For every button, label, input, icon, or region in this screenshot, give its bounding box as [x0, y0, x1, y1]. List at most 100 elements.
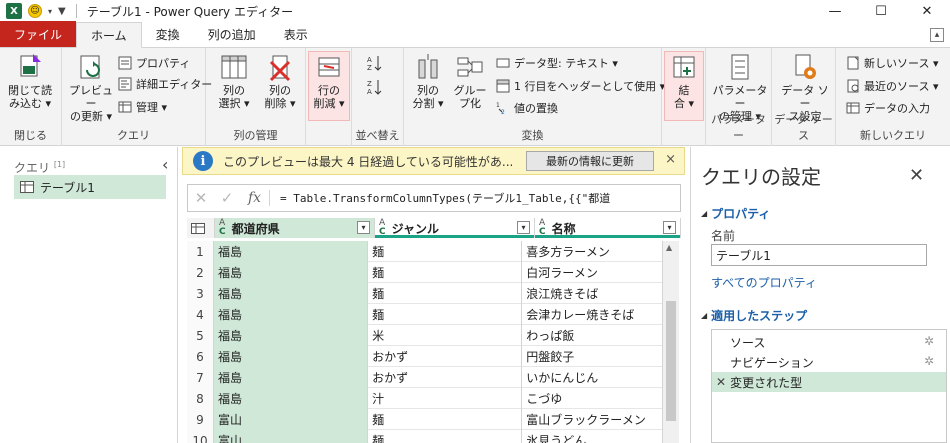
- qat-dropdown-icon[interactable]: ▾: [48, 7, 52, 16]
- cell-prefecture[interactable]: 富山: [213, 430, 369, 443]
- properties-section[interactable]: ◢ プロパティ: [701, 205, 770, 222]
- cell-prefecture[interactable]: 富山: [213, 409, 369, 430]
- table-row[interactable]: 10 富山麺氷見うどん: [187, 430, 663, 443]
- column-header-name[interactable]: AC 名称 ▾: [535, 218, 681, 238]
- cancel-icon[interactable]: ✕: [188, 189, 214, 207]
- cell-genre[interactable]: 麺: [368, 304, 523, 325]
- cell-genre[interactable]: 米: [368, 325, 523, 346]
- advanced-editor-button[interactable]: 詳細エディター: [118, 75, 212, 93]
- sort-ascending-button[interactable]: AZ: [366, 54, 384, 72]
- cell-genre[interactable]: 麺: [368, 262, 523, 283]
- cell-genre[interactable]: 麺: [368, 283, 523, 304]
- sort-descending-button[interactable]: ZA: [366, 78, 384, 96]
- table-row[interactable]: 5 福島米わっぱ飯: [187, 325, 663, 346]
- scroll-up-icon[interactable]: ▲: [666, 243, 672, 252]
- collapse-ribbon-icon[interactable]: ▴: [930, 28, 944, 42]
- filter-dropdown-icon[interactable]: ▾: [663, 221, 676, 234]
- cell-name[interactable]: 白河ラーメン: [522, 262, 663, 283]
- table-menu-icon[interactable]: [187, 218, 215, 238]
- cell-name[interactable]: わっぱ飯: [522, 325, 663, 346]
- cell-prefecture[interactable]: 福島: [213, 325, 369, 346]
- applied-steps-section[interactable]: ◢ 適用したステップ: [701, 307, 807, 324]
- cell-prefecture[interactable]: 福島: [213, 262, 369, 283]
- cell-name[interactable]: 浪江焼きそば: [522, 283, 663, 304]
- customize-qat-icon[interactable]: ▼: [58, 6, 66, 17]
- cell-name[interactable]: 円盤餃子: [522, 346, 663, 367]
- tab-file[interactable]: ファイル: [0, 21, 77, 47]
- tab-transform[interactable]: 変換: [142, 21, 194, 47]
- cell-name[interactable]: 富山ブラックラーメン: [522, 409, 663, 430]
- use-first-row-button[interactable]: 1 行目をヘッダーとして使用 ▾: [496, 77, 665, 95]
- gear-icon[interactable]: ✲: [924, 354, 934, 368]
- scrollbar-thumb[interactable]: [666, 301, 676, 421]
- maximize-button[interactable]: ☐: [858, 0, 904, 22]
- recent-sources-button[interactable]: 最近のソース ▾: [846, 77, 938, 95]
- collapse-pane-icon[interactable]: ‹: [162, 155, 168, 174]
- cell-genre[interactable]: 汁: [368, 388, 523, 409]
- data-type-dropdown[interactable]: データ型: テキスト ▾: [496, 54, 618, 72]
- cell-prefecture[interactable]: 福島: [213, 388, 369, 409]
- fx-icon[interactable]: fx: [240, 190, 270, 206]
- confirm-icon[interactable]: ✓: [214, 189, 240, 207]
- choose-columns-button[interactable]: 列の 選択 ▾: [212, 52, 256, 110]
- step-changed-type[interactable]: ✕ 変更された型: [712, 372, 946, 392]
- reduce-rows-button[interactable]: 行の 削減 ▾: [308, 51, 350, 121]
- filter-dropdown-icon[interactable]: ▾: [357, 221, 370, 234]
- query-name-input[interactable]: テーブル1: [711, 244, 927, 266]
- cell-name[interactable]: 氷見うどん: [522, 430, 663, 443]
- table-row[interactable]: 3 福島麺浪江焼きそば: [187, 283, 663, 304]
- split-column-button[interactable]: 列の 分割 ▾: [406, 52, 450, 110]
- minimize-button[interactable]: —: [812, 0, 858, 22]
- filter-dropdown-icon[interactable]: ▾: [517, 221, 530, 234]
- table-row[interactable]: 6 福島 おかず 円盤餃子: [187, 346, 663, 367]
- remove-columns-button[interactable]: 列の 削除 ▾: [258, 52, 302, 110]
- properties-button[interactable]: プロパティ: [118, 54, 190, 72]
- replace-values-button[interactable]: 12 値の置換: [496, 99, 558, 117]
- tab-add-column[interactable]: 列の追加: [194, 21, 270, 47]
- refresh-preview-button[interactable]: プレビュー の更新 ▾: [66, 52, 116, 123]
- manage-button[interactable]: 管理 ▾: [118, 98, 167, 116]
- vertical-scrollbar[interactable]: ▲: [663, 241, 679, 443]
- table-row[interactable]: 2 福島麺白河ラーメン: [187, 262, 663, 283]
- cell-genre[interactable]: おかず: [368, 346, 523, 367]
- table-row[interactable]: 1 福島麺喜多方ラーメン: [187, 241, 663, 262]
- cell-prefecture[interactable]: 福島: [213, 346, 369, 367]
- tab-view[interactable]: 表示: [270, 21, 322, 47]
- table-row[interactable]: 9 富山麺富山ブラックラーメン: [187, 409, 663, 430]
- close-pane-icon[interactable]: ✕: [909, 165, 924, 186]
- cell-name[interactable]: 会津カレー焼きそば: [522, 304, 663, 325]
- close-notice-icon[interactable]: ×: [665, 152, 676, 167]
- close-button[interactable]: ✕: [904, 0, 950, 22]
- cell-name[interactable]: 喜多方ラーメン: [522, 241, 663, 262]
- tab-home[interactable]: ホーム: [76, 22, 142, 48]
- column-header-prefecture[interactable]: AC 都道府県 ▾: [215, 218, 375, 238]
- table-row[interactable]: 8 福島汁こづゆ: [187, 388, 663, 409]
- cell-genre[interactable]: 麺: [368, 241, 523, 262]
- group-by-button[interactable]: グルー プ化: [448, 52, 492, 110]
- new-source-button[interactable]: 新しいソース ▾: [846, 54, 938, 72]
- table-row[interactable]: 4 福島麺会津カレー焼きそば: [187, 304, 663, 325]
- enter-data-button[interactable]: データの入力: [846, 99, 930, 117]
- all-properties-link[interactable]: すべてのプロパティ: [711, 274, 817, 291]
- cell-prefecture[interactable]: 福島: [213, 304, 369, 325]
- column-header-genre[interactable]: AC ジャンル ▾: [375, 218, 535, 238]
- gear-icon[interactable]: ✲: [924, 334, 934, 348]
- query-item[interactable]: テーブル1: [14, 175, 166, 199]
- cell-name[interactable]: こづゆ: [522, 388, 663, 409]
- cell-genre[interactable]: 麺: [368, 409, 523, 430]
- cell-prefecture[interactable]: 福島: [213, 283, 369, 304]
- cell-name[interactable]: いかにんじん: [522, 367, 663, 388]
- close-load-button[interactable]: 閉じて読 み込む ▾: [8, 52, 52, 110]
- cell-prefecture[interactable]: 福島: [213, 367, 369, 388]
- delete-step-icon[interactable]: ✕: [716, 375, 726, 389]
- formula-input[interactable]: = Table.TransformColumnTypes(テーブル1_Table…: [270, 190, 610, 206]
- cell-genre[interactable]: 麺: [368, 430, 523, 443]
- smiley-icon[interactable]: ☺: [28, 4, 42, 18]
- cell-prefecture[interactable]: 福島: [213, 241, 369, 262]
- refresh-button[interactable]: 最新の情報に更新: [526, 151, 654, 171]
- step-navigation[interactable]: ナビゲーション ✲: [712, 352, 946, 372]
- cell-genre[interactable]: おかず: [368, 367, 523, 388]
- table-row[interactable]: 7 福島 おかず いかにんじん: [187, 367, 663, 388]
- combine-button[interactable]: 結 合 ▾: [664, 51, 704, 121]
- step-source[interactable]: ソース ✲: [712, 332, 946, 352]
